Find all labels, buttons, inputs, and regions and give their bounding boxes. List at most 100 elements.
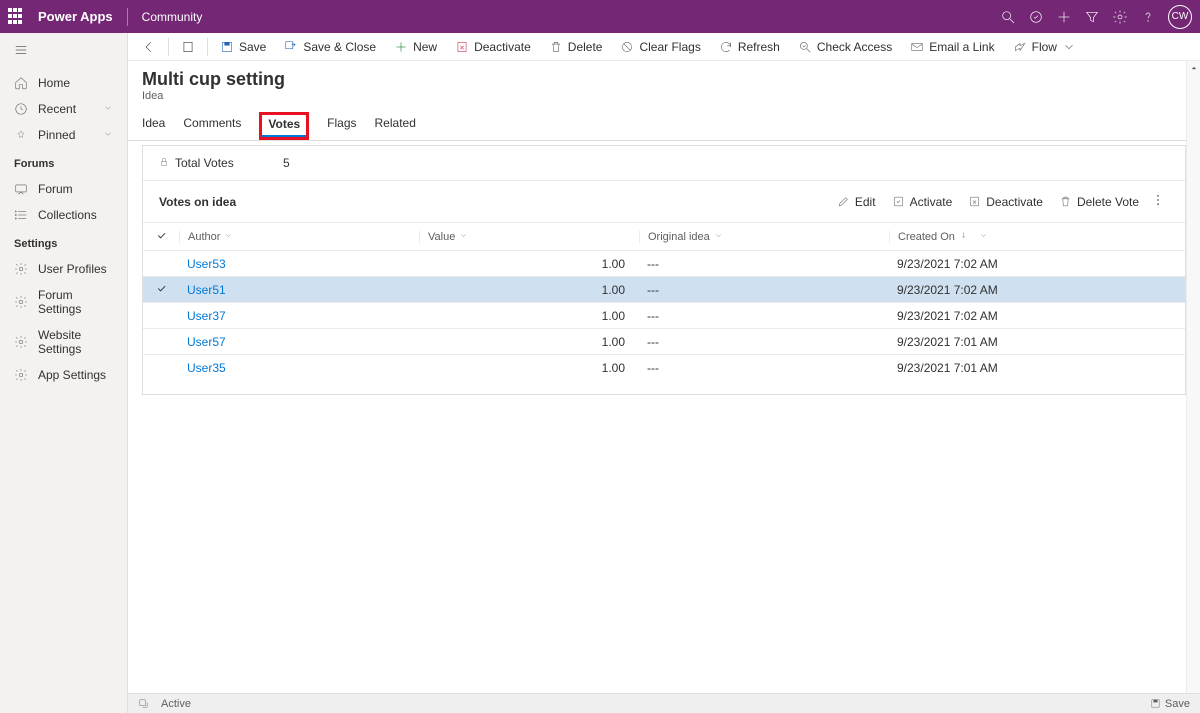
clear-flags-label: Clear Flags bbox=[639, 40, 700, 54]
top-bar: Power Apps Community CW bbox=[0, 0, 1200, 33]
deactivate-vote-button[interactable]: Deactivate bbox=[960, 191, 1051, 213]
nav-home-label: Home bbox=[38, 76, 70, 90]
page-title: Multi cup setting bbox=[142, 69, 1186, 90]
target-icon[interactable] bbox=[1022, 3, 1050, 31]
home-icon bbox=[14, 76, 28, 90]
clear-flags-button[interactable]: Clear Flags bbox=[612, 36, 708, 58]
vertical-scrollbar[interactable] bbox=[1186, 61, 1200, 693]
nav-forum-settings[interactable]: Forum Settings bbox=[0, 282, 127, 322]
value-cell: 1.00 bbox=[419, 283, 639, 297]
chevron-down-icon bbox=[459, 231, 468, 243]
select-all-checkbox[interactable] bbox=[143, 230, 179, 244]
pin-icon bbox=[14, 128, 28, 142]
author-link[interactable]: User51 bbox=[187, 283, 226, 297]
brand-label: Power Apps bbox=[38, 9, 113, 24]
votes-card: Total Votes 5 Votes on idea Edit Activat… bbox=[142, 145, 1186, 395]
refresh-label: Refresh bbox=[738, 40, 780, 54]
column-created-on[interactable]: Created On bbox=[889, 231, 1139, 243]
original-idea-cell: --- bbox=[639, 257, 889, 271]
delete-vote-button[interactable]: Delete Vote bbox=[1051, 191, 1147, 213]
save-close-button[interactable]: Save & Close bbox=[276, 36, 384, 58]
tab-comments[interactable]: Comments bbox=[183, 116, 241, 140]
nav-website-settings[interactable]: Website Settings bbox=[0, 322, 127, 362]
nav-collections[interactable]: Collections bbox=[0, 202, 127, 228]
gear-icon bbox=[14, 335, 28, 349]
lock-icon bbox=[159, 156, 169, 170]
footer-save-label: Save bbox=[1165, 698, 1190, 710]
search-icon[interactable] bbox=[994, 3, 1022, 31]
author-link[interactable]: User35 bbox=[187, 361, 226, 375]
save-button[interactable]: Save bbox=[212, 36, 274, 58]
nav-recent-label: Recent bbox=[38, 102, 76, 116]
gear-icon bbox=[14, 368, 28, 382]
table-row[interactable]: User51 1.00---9/23/2021 7:02 AM bbox=[143, 276, 1185, 302]
filter-icon[interactable] bbox=[1078, 3, 1106, 31]
refresh-button[interactable]: Refresh bbox=[711, 36, 788, 58]
nav-user-profiles[interactable]: User Profiles bbox=[0, 256, 127, 282]
column-value[interactable]: Value bbox=[419, 231, 639, 243]
column-original-idea[interactable]: Original idea bbox=[639, 231, 889, 243]
table-row[interactable]: User531.00---9/23/2021 7:02 AM bbox=[143, 250, 1185, 276]
nav-home[interactable]: Home bbox=[0, 70, 127, 96]
check-access-button[interactable]: Check Access bbox=[790, 36, 900, 58]
column-author[interactable]: Author bbox=[179, 231, 419, 243]
section-forums: Forums bbox=[0, 148, 127, 176]
author-link[interactable]: User57 bbox=[187, 335, 226, 349]
votes-table: Author Value Original idea Created On Us… bbox=[143, 222, 1185, 380]
nav-forum[interactable]: Forum bbox=[0, 176, 127, 202]
sidebar-toggle[interactable] bbox=[0, 33, 127, 70]
delete-button[interactable]: Delete bbox=[541, 36, 611, 58]
activate-button[interactable]: Activate bbox=[884, 191, 961, 213]
settings-icon[interactable] bbox=[1106, 3, 1134, 31]
add-icon[interactable] bbox=[1050, 3, 1078, 31]
delete-vote-label: Delete Vote bbox=[1077, 195, 1139, 209]
delete-label: Delete bbox=[568, 40, 603, 54]
user-avatar[interactable]: CW bbox=[1168, 5, 1192, 29]
nav-pinned[interactable]: Pinned bbox=[0, 122, 127, 148]
row-checkbox[interactable] bbox=[143, 283, 179, 297]
table-row[interactable]: User571.00---9/23/2021 7:01 AM bbox=[143, 328, 1185, 354]
clock-icon bbox=[14, 102, 28, 116]
chevron-down-icon bbox=[224, 231, 233, 243]
scroll-up-icon[interactable] bbox=[1187, 61, 1200, 75]
chevron-down-icon bbox=[714, 231, 723, 243]
chevron-down-icon bbox=[103, 102, 113, 116]
flow-label: Flow bbox=[1032, 40, 1057, 54]
nav-app-settings[interactable]: App Settings bbox=[0, 362, 127, 388]
activate-label: Activate bbox=[910, 195, 953, 209]
table-row[interactable]: User371.00---9/23/2021 7:02 AM bbox=[143, 302, 1185, 328]
status-bar: Active Save bbox=[128, 693, 1200, 713]
more-actions-button[interactable] bbox=[1147, 189, 1169, 214]
total-votes-value: 5 bbox=[283, 156, 290, 170]
tab-flags[interactable]: Flags bbox=[327, 116, 356, 140]
author-link[interactable]: User37 bbox=[187, 309, 226, 323]
original-idea-cell: --- bbox=[639, 283, 889, 297]
nav-forum-settings-label: Forum Settings bbox=[38, 288, 113, 316]
tab-related[interactable]: Related bbox=[375, 116, 416, 140]
tab-votes[interactable]: Votes bbox=[259, 112, 309, 140]
total-votes-label: Total Votes bbox=[175, 156, 275, 170]
table-row[interactable]: User351.00---9/23/2021 7:01 AM bbox=[143, 354, 1185, 380]
tab-idea[interactable]: Idea bbox=[142, 116, 165, 140]
chevron-down-icon bbox=[979, 231, 988, 243]
value-cell: 1.00 bbox=[419, 309, 639, 323]
chevron-down-icon bbox=[103, 128, 113, 142]
help-icon[interactable] bbox=[1134, 3, 1162, 31]
app-launcher-icon[interactable] bbox=[8, 8, 26, 26]
created-on-cell: 9/23/2021 7:01 AM bbox=[889, 335, 1139, 349]
footer-save-button[interactable]: Save bbox=[1150, 698, 1190, 710]
command-bar: Save Save & Close New Deactivate Delete … bbox=[128, 33, 1200, 61]
back-button[interactable] bbox=[134, 36, 164, 58]
nav-recent[interactable]: Recent bbox=[0, 96, 127, 122]
open-new-window-button[interactable] bbox=[138, 698, 149, 709]
deactivate-button[interactable]: Deactivate bbox=[447, 36, 539, 58]
form-selector-button[interactable] bbox=[173, 36, 203, 58]
value-cell: 1.00 bbox=[419, 335, 639, 349]
edit-button[interactable]: Edit bbox=[829, 191, 884, 213]
created-on-cell: 9/23/2021 7:02 AM bbox=[889, 283, 1139, 297]
flow-button[interactable]: Flow bbox=[1005, 36, 1084, 58]
author-link[interactable]: User53 bbox=[187, 257, 226, 271]
new-button[interactable]: New bbox=[386, 36, 445, 58]
table-header: Author Value Original idea Created On bbox=[143, 222, 1185, 250]
email-link-button[interactable]: Email a Link bbox=[902, 36, 1002, 58]
